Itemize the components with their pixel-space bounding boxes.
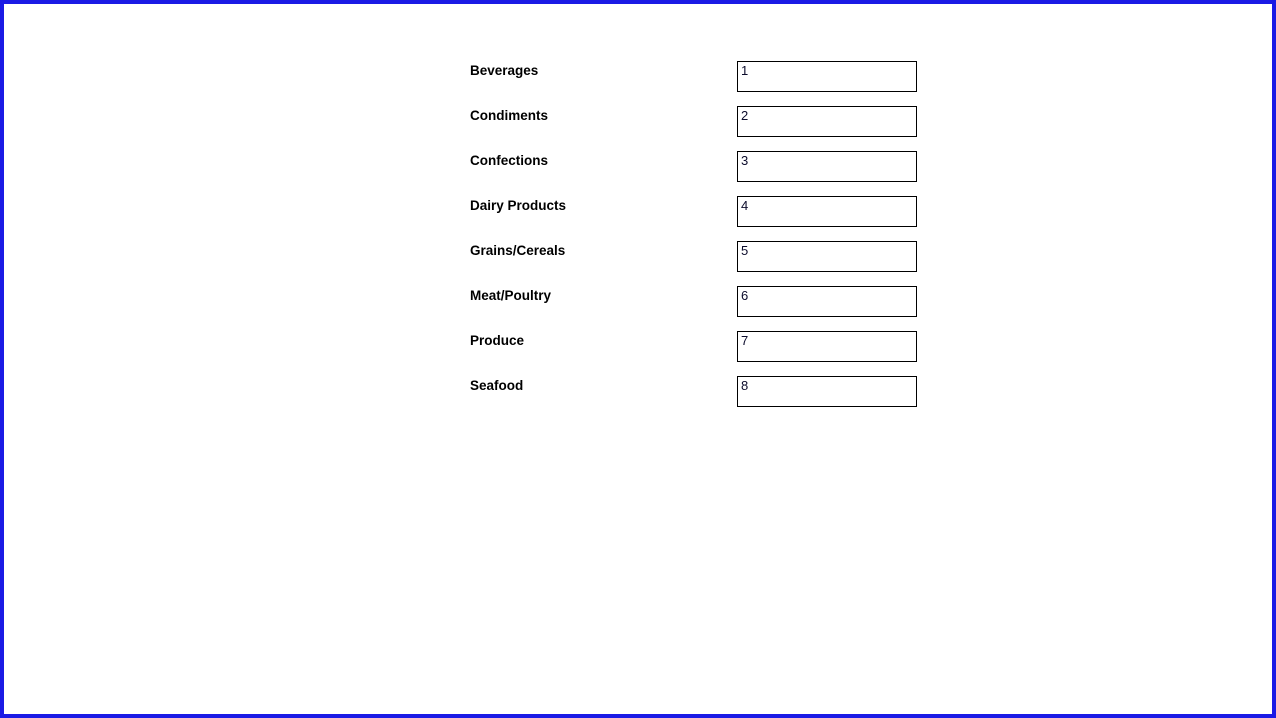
field-label-seafood: Seafood <box>470 378 524 393</box>
field-label-grains-cereals: Grains/Cereals <box>470 243 566 258</box>
field-label-confections: Confections <box>470 153 549 168</box>
field-input-beverages[interactable]: 1 <box>737 61 917 92</box>
field-input-dairy-products[interactable]: 4 <box>737 196 917 227</box>
form-row-produce: Produce 7 <box>470 331 920 376</box>
field-input-condiments[interactable]: 2 <box>737 106 917 137</box>
field-label-produce: Produce <box>470 333 525 348</box>
form-row-seafood: Seafood 8 <box>470 376 920 421</box>
field-input-grains-cereals[interactable]: 5 <box>737 241 917 272</box>
field-label-meat-poultry: Meat/Poultry <box>470 288 552 303</box>
form-row-confections: Confections 3 <box>470 151 920 196</box>
field-label-beverages: Beverages <box>470 63 539 78</box>
field-label-condiments: Condiments <box>470 108 549 123</box>
form-row-dairy-products: Dairy Products 4 <box>470 196 920 241</box>
field-input-produce[interactable]: 7 <box>737 331 917 362</box>
form-row-grains-cereals: Grains/Cereals 5 <box>470 241 920 286</box>
field-input-confections[interactable]: 3 <box>737 151 917 182</box>
category-form: Beverages 1 Condiments 2 Confections 3 D… <box>470 61 920 421</box>
field-label-dairy-products: Dairy Products <box>470 198 567 213</box>
field-input-meat-poultry[interactable]: 6 <box>737 286 917 317</box>
form-row-condiments: Condiments 2 <box>470 106 920 151</box>
page-highlight-frame: Beverages 1 Condiments 2 Confections 3 D… <box>0 0 1276 718</box>
form-row-beverages: Beverages 1 <box>470 61 920 106</box>
form-row-meat-poultry: Meat/Poultry 6 <box>470 286 920 331</box>
field-input-seafood[interactable]: 8 <box>737 376 917 407</box>
